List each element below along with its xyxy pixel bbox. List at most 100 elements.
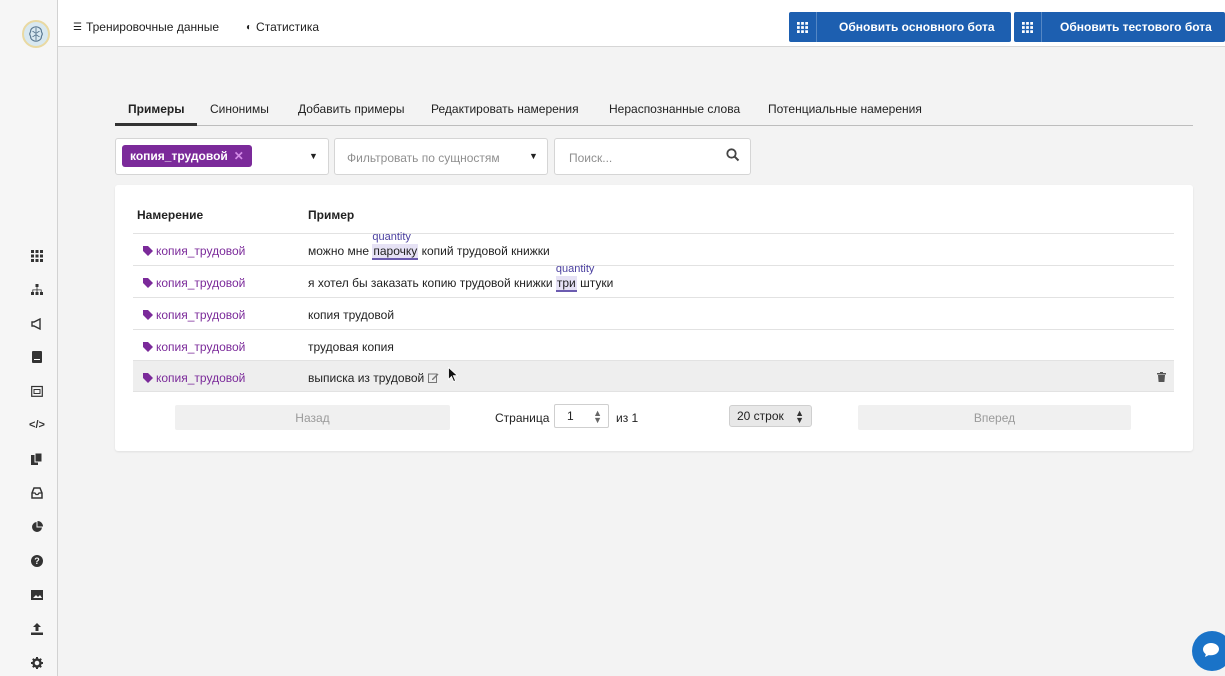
nav-statistics[interactable]: ◐ Статистика xyxy=(246,20,319,34)
nav-training-data[interactable]: ☰ Тренировочные данные xyxy=(73,20,219,34)
intent-filter-chip[interactable]: копия_трудовой ✕ xyxy=(122,145,252,167)
update-main-bot-button[interactable]: Обновить основного бота xyxy=(789,12,1011,42)
chevron-down-icon[interactable]: ▼ xyxy=(529,151,538,161)
tab-edit-intents[interactable]: Редактировать намерения xyxy=(431,102,579,116)
intent-label: копия_трудовой xyxy=(156,340,246,354)
select-arrows-icon: ▲ ▼ xyxy=(795,408,804,425)
page-number-value: 1 xyxy=(567,409,574,423)
intent-tag[interactable]: копия_трудовой xyxy=(143,276,245,290)
search-placeholder: Поиск... xyxy=(569,151,613,165)
example-text[interactable]: трудовая копия xyxy=(308,340,394,354)
update-test-bot-label: Обновить тестового бота xyxy=(1060,20,1212,34)
search-input[interactable]: Поиск... xyxy=(554,138,751,175)
chat-widget-button[interactable] xyxy=(1192,631,1225,671)
calendar-icon[interactable] xyxy=(30,384,44,398)
intent-label: копия_трудовой xyxy=(156,276,246,290)
entity-value: три xyxy=(556,276,576,290)
intent-filter-select[interactable]: копия_трудовой ✕ ▼ xyxy=(115,138,329,175)
chat-bubble-icon xyxy=(1203,643,1219,657)
intent-filter-chip-label: копия_трудовой xyxy=(130,149,228,163)
intent-tag[interactable]: копия_трудовой xyxy=(143,371,245,385)
tab-bar: Примеры Синонимы Добавить примеры Редакт… xyxy=(115,98,1193,126)
left-sidebar: </> ? xyxy=(0,0,58,676)
grid-icon xyxy=(789,12,817,42)
back-button[interactable]: Назад xyxy=(175,405,450,430)
search-icon[interactable] xyxy=(726,148,740,162)
header-example: Пример xyxy=(308,208,355,222)
table-row[interactable]: копия_трудовой копия трудовой xyxy=(133,297,1174,329)
trash-icon[interactable] xyxy=(1157,372,1166,382)
brain-logo-icon[interactable] xyxy=(22,20,50,48)
remove-chip-icon[interactable]: ✕ xyxy=(234,149,244,163)
tag-icon xyxy=(143,342,153,352)
example-text[interactable]: можно мне quantity парочку копий трудовой… xyxy=(308,231,550,260)
tab-potential-intents[interactable]: Потенциальные намерения xyxy=(768,102,922,116)
entity-filter-placeholder: Фильтровать по сущностям xyxy=(347,151,500,165)
next-button[interactable]: Вперед xyxy=(858,405,1131,430)
copy-files-icon[interactable] xyxy=(30,452,44,466)
rows-per-page-value: 20 строк xyxy=(737,409,784,423)
intent-tag[interactable]: копия_трудовой xyxy=(143,340,245,354)
entity-highlight[interactable]: quantity парочку xyxy=(372,231,419,260)
tab-unrecognized-words[interactable]: Нераспознанные слова xyxy=(609,102,740,116)
example-text[interactable]: я хотел бы заказать копию трудовой книжк… xyxy=(308,263,614,292)
sitemap-icon[interactable] xyxy=(30,283,44,297)
entity-label: quantity xyxy=(555,263,595,275)
entity-highlight[interactable]: quantity три xyxy=(555,263,594,292)
mouse-cursor-icon xyxy=(448,367,458,383)
example-text[interactable]: выписка из трудовой xyxy=(308,371,439,385)
pie-chart-icon: ◐ xyxy=(246,21,253,33)
example-pre: можно мне xyxy=(308,244,373,258)
table-row[interactable]: копия_трудовой выписка из трудовой xyxy=(133,360,1174,392)
database-icon: ☰ xyxy=(73,21,82,33)
tab-synonyms[interactable]: Синонимы xyxy=(210,102,269,116)
edit-icon[interactable] xyxy=(428,372,439,383)
page-total: из 1 xyxy=(616,411,639,425)
table-row[interactable]: копия_трудовой я хотел бы заказать копию… xyxy=(133,263,1174,297)
example-post: штуки xyxy=(576,276,614,290)
active-tab-indicator xyxy=(115,123,197,126)
page-label: Страница xyxy=(495,411,550,425)
grid-icon xyxy=(1014,12,1042,42)
image-icon[interactable] xyxy=(30,588,44,602)
nav-statistics-label: Статистика xyxy=(256,20,320,34)
intent-label: копия_трудовой xyxy=(156,308,246,322)
intent-label: копия_трудовой xyxy=(156,371,246,385)
example-text[interactable]: копия трудовой xyxy=(308,308,394,322)
settings-gear-icon[interactable] xyxy=(30,656,44,670)
entity-filter-select[interactable]: Фильтровать по сущностям ▼ xyxy=(334,138,548,175)
rows-per-page-select[interactable]: 20 строк ▲ ▼ xyxy=(729,405,812,427)
nav-training-data-label: Тренировочные данные xyxy=(85,20,220,34)
pie-chart-icon[interactable] xyxy=(30,520,44,534)
example-post: копий трудовой книжки xyxy=(418,244,550,258)
megaphone-icon[interactable] xyxy=(30,317,44,331)
tag-icon xyxy=(143,310,153,320)
code-icon[interactable]: </> xyxy=(29,418,45,432)
table-row[interactable]: копия_трудовой трудовая копия xyxy=(133,329,1174,361)
entity-value: парочку xyxy=(373,244,418,258)
intent-label: копия_трудовой xyxy=(156,244,246,258)
intent-tag[interactable]: копия_трудовой xyxy=(143,308,245,322)
chevron-down-icon[interactable]: ▼ xyxy=(309,151,318,161)
header-intent: Намерение xyxy=(137,208,204,222)
update-main-bot-label: Обновить основного бота xyxy=(839,20,995,34)
update-test-bot-button[interactable]: Обновить тестового бота xyxy=(1014,12,1225,42)
top-bar: ☰ Тренировочные данные ◐ Статистика Обно… xyxy=(58,0,1225,47)
inbox-icon[interactable] xyxy=(30,486,44,500)
help-icon[interactable]: ? xyxy=(30,554,44,568)
tag-icon xyxy=(143,246,153,256)
tab-examples[interactable]: Примеры xyxy=(128,102,184,116)
book-icon[interactable] xyxy=(30,350,44,364)
stepper-icon[interactable]: ▲ ▼ xyxy=(593,409,602,425)
grid-icon[interactable] xyxy=(30,249,44,263)
intent-tag[interactable]: копия_трудовой xyxy=(143,244,245,258)
entity-label: quantity xyxy=(372,231,411,243)
upload-icon[interactable] xyxy=(30,622,44,636)
example-text-value: выписка из трудовой xyxy=(308,371,425,385)
tab-add-examples[interactable]: Добавить примеры xyxy=(298,102,404,116)
tag-icon xyxy=(143,373,153,383)
table-row[interactable]: копия_трудовой можно мне quantity парочку… xyxy=(133,231,1174,265)
page-number-input[interactable]: 1 ▲ ▼ xyxy=(554,404,609,428)
tag-icon xyxy=(143,278,153,288)
example-pre: я хотел бы заказать копию трудовой книжк… xyxy=(308,276,556,290)
